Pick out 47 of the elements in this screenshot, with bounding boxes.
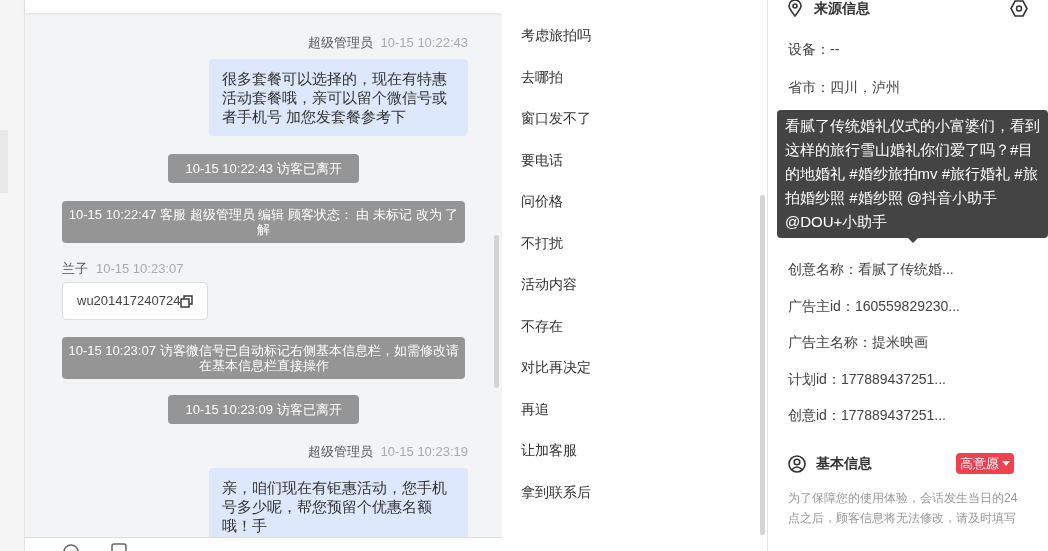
message-bubble: 很多套餐可以选择的，现在有特惠活动套餐哦，亲可以留个微信号或者手机号 加您发套餐参考下 bbox=[209, 58, 468, 136]
tooltip: 看腻了传统婚礼仪式的小富婆们，看到这样的旅行雪山婚礼你们爱了吗？#目的地婚礼 #婚纱旅拍mv #旅行婚礼 #旅拍婚纱照 #婚纱照 @抖音小助手 @DOU+小助手 bbox=[777, 110, 1048, 238]
sender-name: 超级管理员 bbox=[307, 443, 373, 461]
emoji-icon[interactable] bbox=[63, 543, 79, 551]
quick-reply-item[interactable]: 不存在 bbox=[521, 314, 767, 356]
info-row-text: 省市：四川，泸州 bbox=[788, 78, 901, 97]
quick-reply-item[interactable]: 考虑旅拍吗 bbox=[521, 24, 767, 66]
copy-icon[interactable] bbox=[180, 294, 194, 308]
quick-reply-item[interactable]: 要电话 bbox=[521, 148, 767, 190]
info-row-text: 计划id：177889437251... bbox=[788, 369, 947, 389]
info-row-text: 创意名称：看腻了传统婚... bbox=[788, 260, 955, 279]
caret-icon bbox=[1002, 461, 1010, 466]
quick-reply-item[interactable]: 活动内容 bbox=[521, 273, 767, 315]
message-time: 10-15 10:23:19 bbox=[380, 443, 468, 461]
system-notice: 10-15 10:22:47 客服 超级管理员 编辑 顾客状态： 由 未标记 改为 了解 bbox=[62, 200, 465, 243]
message-time: 10-15 10:23:07 bbox=[96, 259, 184, 278]
system-notice: 10-15 10:23:07 访客微信号已自动标记右侧基本信息栏，如需修改请在基本信息栏直接操作 bbox=[62, 337, 465, 379]
user-icon bbox=[788, 454, 806, 473]
info-row-text: 创意id：177889437251... bbox=[788, 406, 947, 425]
sender-name: 超级管理员 bbox=[307, 34, 373, 52]
image-icon[interactable] bbox=[111, 543, 127, 551]
intent-dropdown[interactable]: 高意愿 bbox=[956, 453, 1014, 474]
message-time: 10-15 10:22:43 bbox=[380, 34, 468, 52]
section-title: 基本信息 bbox=[816, 454, 872, 473]
system-notice: 10-15 10:23:09 访客已离开 bbox=[168, 395, 359, 424]
quick-reply-item[interactable]: 窗口发不了 bbox=[521, 107, 767, 149]
quick-reply-item[interactable]: 让加客服 bbox=[521, 439, 767, 481]
section-title: 来源信息 bbox=[814, 0, 870, 18]
sender-name: 兰子 bbox=[62, 259, 88, 278]
location-pin-icon bbox=[788, 0, 802, 17]
quick-reply-item[interactable]: 去哪拍 bbox=[521, 65, 767, 107]
quick-reply-item[interactable]: 拿到联系后 bbox=[521, 480, 767, 522]
quick-reply-item[interactable]: 再追 bbox=[521, 397, 767, 439]
wechat-id: wu201417240724 bbox=[77, 292, 181, 311]
message-bubble: 亲，咱们现在有钜惠活动，您手机号多少呢，帮您预留个优惠名额哦！手 bbox=[209, 467, 468, 537]
scrollbar[interactable] bbox=[760, 195, 765, 535]
quick-reply-item[interactable]: 问价格 bbox=[521, 190, 767, 232]
info-row-text: 广告主名称：提米映画 bbox=[788, 333, 929, 352]
quick-reply-item[interactable]: 不打扰 bbox=[521, 231, 767, 273]
quick-reply-item[interactable]: 对比再决定 bbox=[521, 356, 767, 398]
system-notice: 10-15 10:22:43 访客已离开 bbox=[168, 153, 359, 183]
info-row-text: 设备：-- bbox=[788, 40, 841, 59]
info-note: 为了保障您的使用体验，会话发生当日的24点之后，顾客信息将无法修改，请及时填写 bbox=[788, 489, 1019, 527]
tooltip-arrow bbox=[907, 238, 918, 243]
info-row-text: 广告主id：160559829230... bbox=[788, 296, 961, 316]
settings-icon[interactable] bbox=[1010, 0, 1028, 17]
scrollbar[interactable] bbox=[494, 235, 499, 388]
